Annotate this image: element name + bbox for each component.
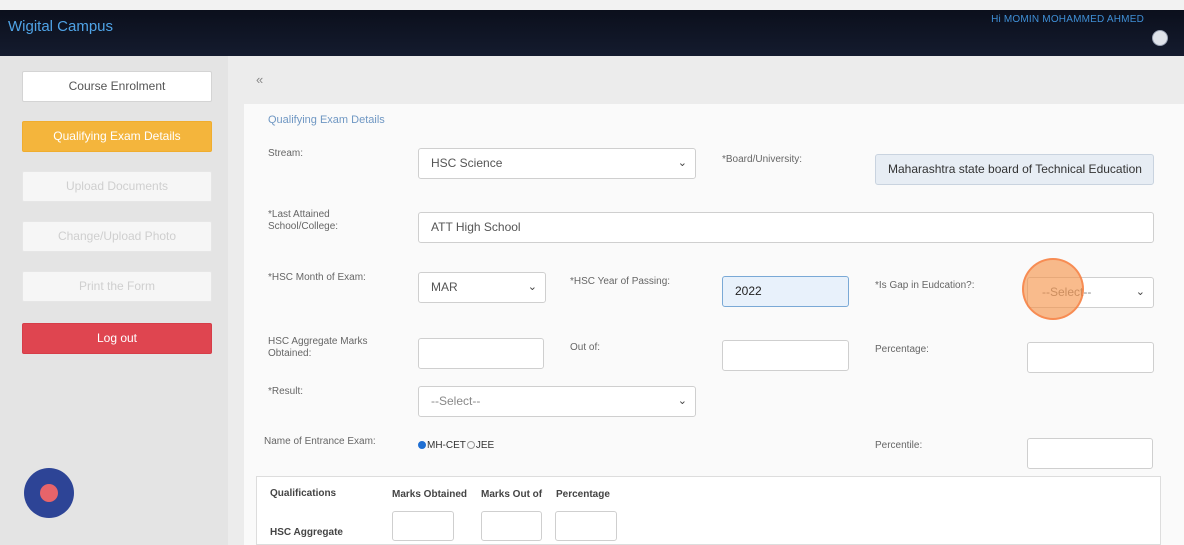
table-row-label: HSC Aggregate — [270, 527, 343, 538]
hsc-marks-obtained-input[interactable] — [392, 511, 454, 541]
sidebar-item-print-form[interactable]: Print the Form — [22, 271, 212, 302]
radio-mh-cet-label: MH-CET — [427, 440, 466, 451]
radio-jee-label: JEE — [475, 440, 495, 451]
chevron-down-icon: ⌄ — [677, 157, 687, 169]
percentage-input[interactable] — [1027, 342, 1154, 373]
sidebar-item-change-upload-photo[interactable]: Change/Upload Photo — [22, 221, 212, 252]
table-header-percentage: Percentage — [556, 489, 610, 500]
sidebar-item-course-enrolment[interactable]: Course Enrolment — [22, 71, 212, 102]
table-header-qualifications: Qualifications — [270, 488, 337, 499]
table-header-marks-out-of: Marks Out of — [481, 489, 543, 500]
board-label: *Board/University: — [722, 154, 803, 165]
percentile-input[interactable] — [1027, 438, 1153, 469]
stream-value: HSC Science — [431, 156, 503, 170]
collapse-sidebar-icon[interactable]: « — [256, 72, 263, 87]
entrance-label: Name of Entrance Exam: — [264, 436, 376, 447]
hsc-percentage-input[interactable] — [555, 511, 617, 541]
sidebar-item-upload-documents[interactable]: Upload Documents — [22, 171, 212, 202]
result-value: --Select-- — [431, 394, 481, 408]
school-input[interactable]: ATT High School — [418, 212, 1154, 243]
chevron-down-icon: ⌄ — [527, 281, 537, 293]
month-select[interactable]: MAR ⌄ — [418, 272, 546, 303]
click-highlight — [1022, 258, 1084, 320]
brand-title[interactable]: Wigital Campus — [8, 18, 113, 35]
stream-label: Stream: — [268, 148, 304, 159]
month-value: MAR — [431, 280, 458, 294]
section-title: Qualifying Exam Details — [268, 114, 385, 126]
outof-label: Out of: — [570, 342, 601, 353]
radio-mh-cet[interactable] — [418, 441, 426, 450]
marks-input[interactable] — [418, 338, 544, 369]
user-avatar-icon[interactable] — [1152, 30, 1168, 46]
school-label: *Last Attained School/College: — [268, 209, 339, 232]
chevron-down-icon: ⌄ — [677, 395, 687, 407]
gap-label: *Is Gap in Eudcation?: — [875, 280, 975, 291]
year-input[interactable]: 2022 — [722, 276, 849, 307]
logout-button[interactable]: Log out — [22, 323, 212, 354]
year-label: *HSC Year of Passing: — [570, 276, 671, 287]
floating-action-button[interactable] — [24, 468, 74, 518]
percentage-label: Percentage: — [875, 344, 929, 355]
result-select[interactable]: --Select-- ⌄ — [418, 386, 696, 417]
stream-select[interactable]: HSC Science ⌄ — [418, 148, 696, 179]
table-header-marks-obtained: Marks Obtained — [392, 489, 468, 500]
top-bar: Wigital Campus Hi MOMIN MOHAMMED AHMED — [0, 0, 1184, 56]
hsc-marks-outof-input[interactable] — [481, 511, 542, 541]
radio-jee[interactable] — [466, 441, 475, 450]
chevron-down-icon: ⌄ — [1135, 286, 1145, 298]
month-label: *HSC Month of Exam: — [268, 272, 366, 283]
sidebar-item-qualifying-exam-details[interactable]: Qualifying Exam Details — [22, 121, 212, 152]
user-greeting: Hi MOMIN MOHAMMED AHMED — [991, 14, 1144, 25]
marks-label: HSC Aggregate Marks Obtained: — [268, 336, 368, 359]
outof-input[interactable] — [722, 340, 849, 371]
percentile-label: Percentile: — [875, 440, 923, 451]
entrance-radio-group: MH-CET JEE — [418, 440, 494, 451]
board-field[interactable]: Maharashtra state board of Technical Edu… — [875, 154, 1154, 185]
result-label: *Result: — [268, 386, 304, 397]
